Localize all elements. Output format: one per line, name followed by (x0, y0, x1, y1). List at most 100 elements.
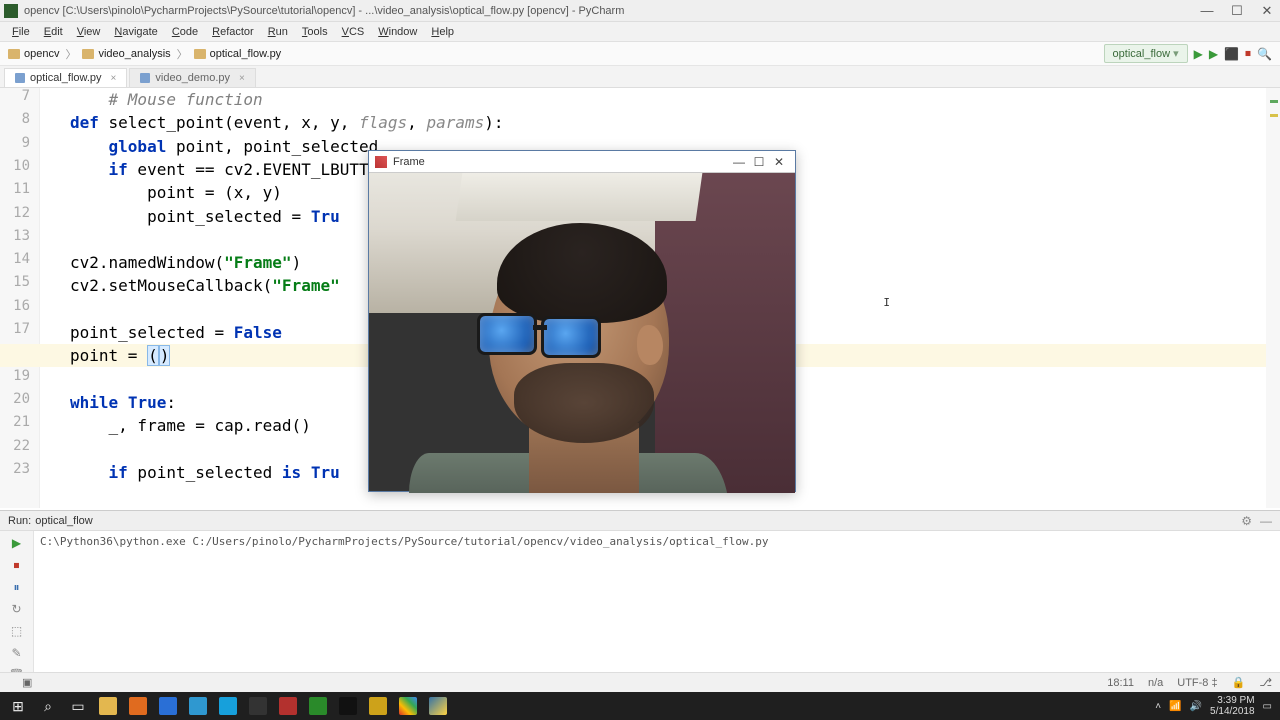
taskbar-firefox[interactable] (124, 694, 152, 718)
line-number: 14 (0, 251, 40, 267)
taskbar-obs[interactable] (244, 694, 272, 718)
menu-view[interactable]: View (71, 24, 107, 40)
line-number: 11 (0, 181, 40, 197)
run-side-icon-2[interactable]: ⏸ (9, 579, 25, 595)
clock-date: 5/14/2018 (1210, 706, 1255, 717)
opencv-frame-window[interactable]: Frame — ☐ ✕ (368, 150, 796, 492)
line-number: 17 (0, 321, 40, 337)
taskbar-terminal[interactable] (334, 694, 362, 718)
line-number: 16 (0, 298, 40, 314)
line-number: 8 (0, 111, 40, 127)
menu-edit[interactable]: Edit (38, 24, 69, 40)
run-config-selector[interactable]: optical_flow ▾ (1104, 44, 1188, 63)
system-tray: ˄ 📶 🔊 3:39 PM 5/14/2018 ▭ (1155, 695, 1276, 717)
run-side-icon-1[interactable]: ⏹ (9, 557, 25, 573)
network-icon[interactable]: 📶 (1169, 701, 1181, 712)
taskbar-chrome[interactable] (394, 694, 422, 718)
console-output[interactable]: C:\Python36\python.exe C:/Users/pinolo/P… (40, 535, 1272, 548)
run-side-icon-0[interactable]: ▶ (9, 535, 25, 551)
run-config-label: optical_flow (1113, 48, 1170, 60)
menu-refactor[interactable]: Refactor (206, 24, 260, 40)
taskbar-skype[interactable] (214, 694, 242, 718)
taskbar-edge[interactable] (154, 694, 182, 718)
settings-icon[interactable]: ⚙ (1241, 514, 1252, 528)
tab-close-icon[interactable]: × (239, 73, 245, 84)
volume-icon[interactable]: 🔊 (1190, 701, 1202, 712)
run-side-icon-4[interactable]: ⬚ (9, 623, 25, 639)
taskbar-python[interactable] (424, 694, 452, 718)
taskbar-pycharm[interactable] (304, 694, 332, 718)
debug-icon[interactable]: ⬛ (1224, 47, 1239, 61)
taskbar-search[interactable]: ⌕ (34, 694, 62, 718)
line-number: 10 (0, 158, 40, 174)
run-tool-window: Run: optical_flow ⚙ — ▶⏹⏸↻⬚✎🗑 C:\Python3… (0, 510, 1280, 680)
menu-navigate[interactable]: Navigate (108, 24, 163, 40)
menu-file[interactable]: File (6, 24, 36, 40)
caret-position: 18:11 (1107, 677, 1134, 689)
minimize-button[interactable]: — (1198, 3, 1216, 18)
breadcrumb[interactable]: opencv〉video_analysis〉optical_flow.py (8, 46, 281, 62)
window-title: opencv [C:\Users\pinolo\PycharmProjects\… (24, 5, 1186, 17)
app-icon (4, 4, 18, 18)
crumb-1[interactable]: video_analysis (98, 48, 170, 60)
tab-optical_flow-py[interactable]: optical_flow.py× (4, 68, 127, 87)
frame-close-button[interactable]: ✕ (769, 155, 789, 169)
frame-window-title: Frame (393, 156, 729, 168)
titlebar: opencv [C:\Users\pinolo\PycharmProjects\… (0, 0, 1280, 22)
windows-taskbar: ⊞⌕▭ ˄ 📶 🔊 3:39 PM 5/14/2018 ▭ (0, 692, 1280, 720)
taskbar-taskview[interactable]: ▭ (64, 694, 92, 718)
run-side-icon-5[interactable]: ✎ (9, 645, 25, 661)
search-icon[interactable]: 🔍 (1257, 47, 1272, 61)
taskbar-app-y[interactable] (364, 694, 392, 718)
frame-minimize-button[interactable]: — (729, 155, 749, 169)
tab-close-icon[interactable]: × (111, 73, 117, 84)
menu-tools[interactable]: Tools (296, 24, 334, 40)
hide-icon[interactable]: — (1260, 514, 1272, 528)
frame-window-header[interactable]: Frame — ☐ ✕ (369, 151, 795, 173)
maximize-button[interactable]: ☐ (1228, 3, 1246, 19)
taskbar-explorer[interactable] (94, 694, 122, 718)
taskbar-app-red[interactable] (274, 694, 302, 718)
taskbar-store[interactable] (184, 694, 212, 718)
run-alt-icon[interactable]: ▶ (1209, 47, 1218, 61)
marker-bar (1266, 88, 1280, 508)
menu-code[interactable]: Code (166, 24, 204, 40)
stop-icon[interactable]: ⏹ (1245, 46, 1251, 61)
lock-icon[interactable]: 🔒 (1232, 676, 1246, 689)
crumb-0[interactable]: opencv (24, 48, 59, 60)
run-label: Run: (8, 515, 31, 527)
run-config-name: optical_flow (35, 515, 92, 527)
line-number: 12 (0, 205, 40, 221)
line-number: 22 (0, 438, 40, 454)
run-side-toolbar: ▶⏹⏸↻⬚✎🗑 (0, 531, 34, 680)
menu-window[interactable]: Window (372, 24, 423, 40)
menu-run[interactable]: Run (262, 24, 294, 40)
git-icon[interactable]: ⎇ (1259, 676, 1272, 689)
webcam-image (369, 173, 795, 493)
text-caret: I (883, 296, 890, 309)
editor-tabs: optical_flow.py×video_demo.py× (0, 66, 1280, 88)
run-panel-header: Run: optical_flow ⚙ — (0, 511, 1280, 531)
menu-vcs[interactable]: VCS (336, 24, 371, 40)
run-side-icon-3[interactable]: ↻ (9, 601, 25, 617)
run-button-icon[interactable]: ▶ (1194, 47, 1203, 61)
tray-chevron-icon[interactable]: ˄ (1155, 701, 1161, 712)
code-line-8[interactable]: def select_point(event, x, y, flags, par… (40, 111, 1262, 134)
breadcrumb-row: opencv〉video_analysis〉optical_flow.py op… (0, 42, 1280, 66)
tab-video_demo-py[interactable]: video_demo.py× (129, 68, 255, 87)
status-square-icon[interactable]: ▣ (22, 676, 32, 689)
frame-maximize-button[interactable]: ☐ (749, 155, 769, 169)
status-sep: n/a (1148, 677, 1163, 689)
taskbar-start[interactable]: ⊞ (4, 694, 32, 718)
line-number: 13 (0, 228, 40, 244)
crumb-2[interactable]: optical_flow.py (210, 48, 282, 60)
status-bar: ▣ 18:11 n/a UTF-8 ‡ 🔒 ⎇ (0, 672, 1280, 692)
code-line-7[interactable]: # Mouse function (40, 88, 1262, 111)
line-number: 7 (0, 88, 40, 104)
menu-help[interactable]: Help (425, 24, 460, 40)
close-button[interactable]: ✕ (1258, 3, 1276, 19)
frame-window-body (369, 173, 795, 493)
encoding[interactable]: UTF-8 ‡ (1177, 677, 1217, 689)
notifications-icon[interactable]: ▭ (1263, 701, 1272, 712)
clock[interactable]: 3:39 PM 5/14/2018 (1210, 695, 1255, 717)
